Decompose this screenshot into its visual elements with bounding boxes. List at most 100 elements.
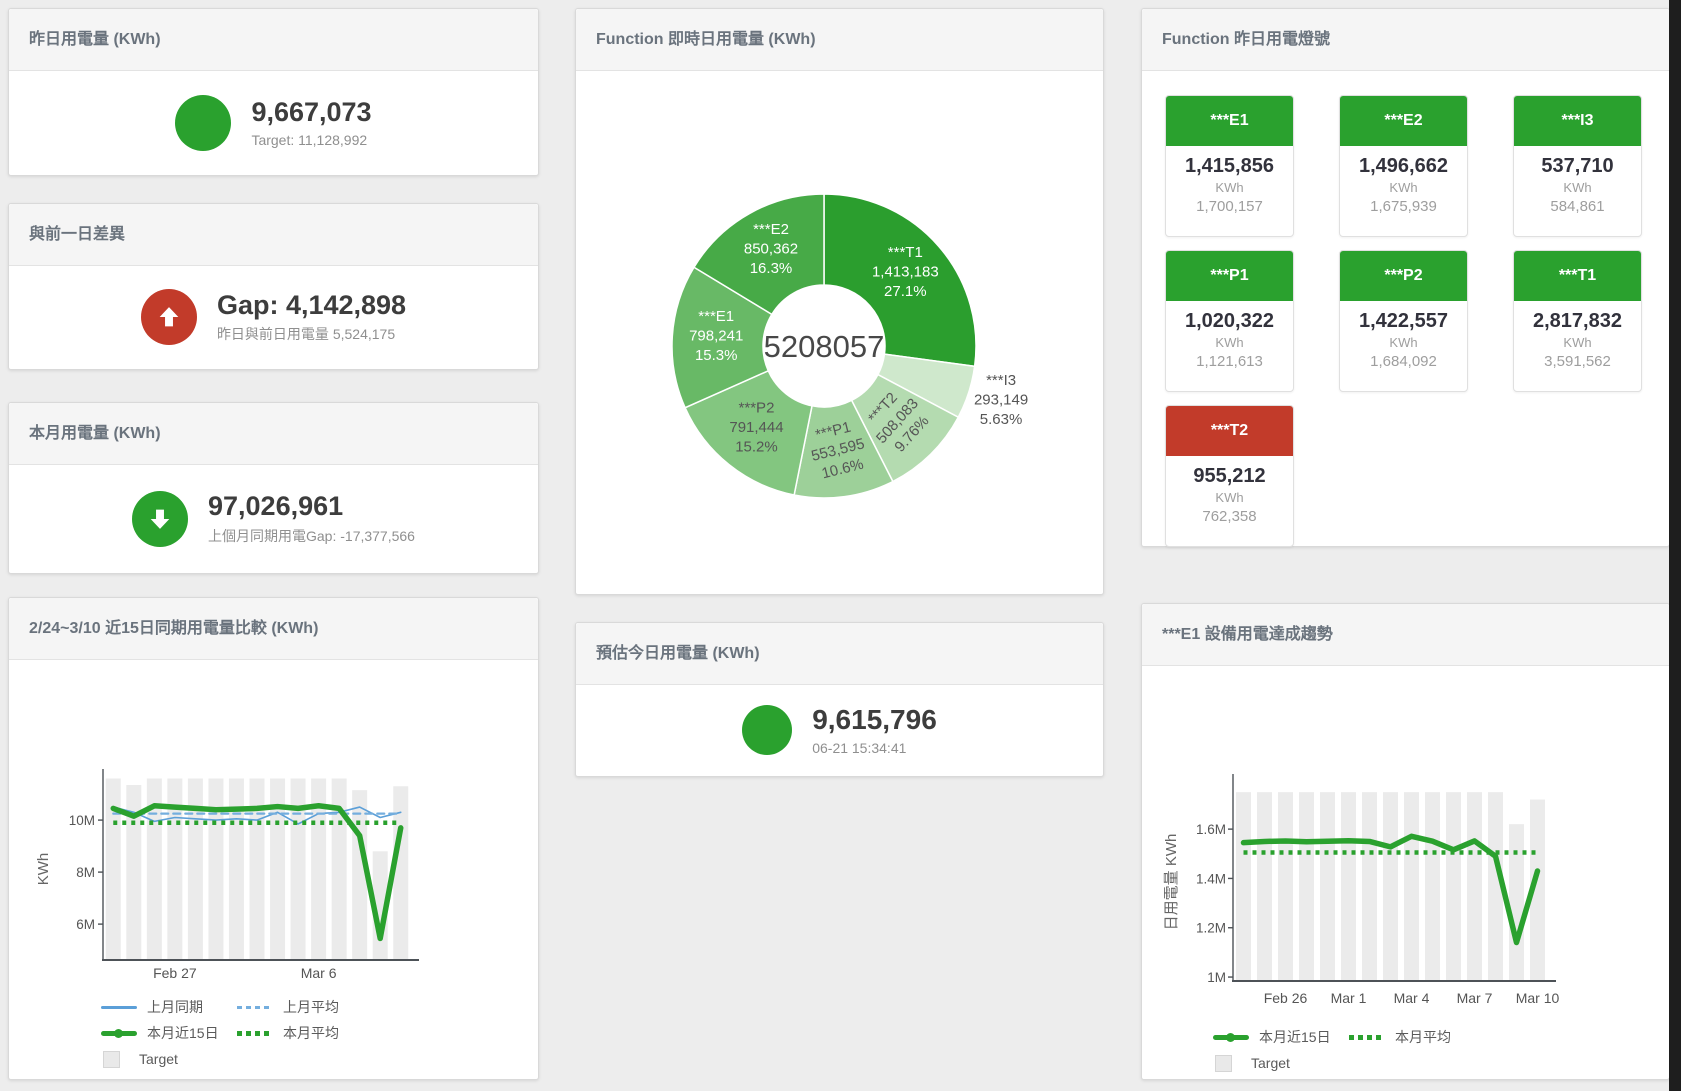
light-tile-T2: ***T2955,212KWh762,358 [1165, 405, 1294, 547]
stat-subtitle: 昨日與前日用電量 5,524,175 [217, 324, 406, 344]
stat-value: 9,615,796 [812, 704, 937, 736]
light-tile-target: 1,675,939 [1340, 198, 1467, 215]
x-tick-label: Mar 10 [1516, 990, 1560, 1006]
light-tile-value: 1,422,557 [1340, 310, 1467, 333]
legend-label: 上月平均 [283, 997, 339, 1017]
panel-header[interactable]: 預估今日用電量 (KWh) [576, 623, 1103, 685]
legend-item[interactable]: 本月近15日 [101, 1023, 237, 1043]
blue-line-swatch-icon [101, 1006, 137, 1009]
target-bar [1509, 824, 1524, 981]
light-tile-I3: ***I3537,710KWh584,861 [1513, 95, 1642, 237]
target-bar [1299, 792, 1314, 981]
legend-label: 本月近15日 [1259, 1027, 1331, 1047]
y-axis-label: 日用電量 KWh [1163, 834, 1180, 931]
light-tile-value: 537,710 [1514, 155, 1641, 178]
blue-dashed-swatch-icon [237, 1006, 271, 1009]
legend-item[interactable]: 本月近15日 [1213, 1027, 1349, 1047]
light-tile-P2: ***P21,422,557KWh1,684,092 [1339, 250, 1468, 392]
light-tile-value: 1,496,662 [1340, 155, 1467, 178]
target-bar [1425, 792, 1440, 981]
scrollbar-strip[interactable] [1669, 0, 1681, 1091]
panel-title: 與前一日差異 [9, 204, 538, 265]
y-tick-label: 1.6M [1196, 822, 1226, 837]
panel-header[interactable]: 與前一日差異 [9, 204, 538, 266]
panel-15day-comparison: 2/24~3/10 近15日同期用電量比較 (KWh) 6M 8M 10M Feb 2… [8, 597, 539, 1080]
compare-line-chart[interactable]: 6M 8M 10M Feb 27 Mar 6 KWh [9, 659, 538, 989]
panel-header[interactable]: 2/24~3/10 近15日同期用電量比較 (KWh) [9, 598, 538, 660]
legend-item[interactable]: 上月平均 [237, 997, 373, 1017]
panel-title: 預估今日用電量 (KWh) [576, 623, 1103, 684]
realtime-donut-chart[interactable]: ***T11,413,18327.1%***I3293,1495.63%***T… [576, 71, 1103, 594]
target-bar [1320, 792, 1335, 981]
green-dotted-swatch-icon [237, 1031, 271, 1036]
panel-title: ***E1 設備用電達成趨勢 [1142, 604, 1669, 665]
status-green-circle-icon [742, 705, 792, 755]
legend-label: 上月同期 [147, 997, 203, 1017]
target-bar [1383, 792, 1398, 981]
target-bar [1341, 792, 1356, 981]
legend-item[interactable]: 上月同期 [101, 997, 237, 1017]
legend-item[interactable]: 本月平均 [237, 1023, 373, 1043]
light-tile-value: 955,212 [1166, 465, 1293, 488]
y-tick-label: 6M [76, 917, 95, 932]
target-box-swatch-icon [103, 1051, 120, 1068]
target-bar [1467, 792, 1482, 981]
light-tile-unit: KWh [1514, 335, 1641, 350]
light-tile-unit: KWh [1340, 180, 1467, 195]
x-tick-label: Feb 27 [153, 965, 197, 981]
light-tile-value: 2,817,832 [1514, 310, 1641, 333]
legend-label: Target [1251, 1055, 1290, 1071]
up-arrow-icon [141, 289, 197, 345]
panel-header[interactable]: ***E1 設備用電達成趨勢 [1142, 604, 1669, 666]
panel-yesterday-lights: Function 昨日用電燈號 ***E11,415,856KWh1,700,1… [1141, 8, 1670, 547]
panel-header[interactable]: 昨日用電量 (KWh) [9, 9, 538, 71]
legend-label: 本月平均 [1395, 1027, 1451, 1047]
stat-subtitle: Target: 11,128,992 [251, 132, 371, 148]
panel-header[interactable]: Function 即時日用電量 (KWh) [576, 9, 1103, 71]
light-tile-E2: ***E21,496,662KWh1,675,939 [1339, 95, 1468, 237]
panel-e1-trend: ***E1 設備用電達成趨勢 1M1.2M1.4M1.6MFeb 26Mar 1… [1141, 603, 1670, 1080]
x-tick-label: Mar 6 [301, 965, 337, 981]
light-tile-target: 1,121,613 [1166, 353, 1293, 370]
stat-value: 97,026,961 [208, 491, 415, 522]
legend-label: Target [139, 1051, 178, 1067]
green-thick-swatch-icon [1213, 1035, 1249, 1040]
panel-header[interactable]: 本月用電量 (KWh) [9, 403, 538, 465]
light-tile-value: 1,415,856 [1166, 155, 1293, 178]
trend-line-chart[interactable]: 1M1.2M1.4M1.6MFeb 26Mar 1Mar 4Mar 7Mar 1… [1142, 666, 1669, 1018]
stat-value: Gap: 4,142,898 [217, 290, 406, 321]
target-bar [1362, 792, 1377, 981]
x-tick-label: Mar 4 [1394, 990, 1430, 1006]
donut-slice-label: ***I3293,1495.63% [974, 372, 1028, 428]
light-tile-unit: KWh [1340, 335, 1467, 350]
y-tick-label: 8M [76, 865, 95, 880]
panel-title: 本月用電量 (KWh) [9, 403, 538, 464]
green-thick-swatch-icon [101, 1031, 137, 1036]
green-dotted-swatch-icon [1349, 1035, 1383, 1040]
x-tick-label: Mar 7 [1457, 990, 1493, 1006]
panel-month-usage: 本月用電量 (KWh) 97,026,961 上個月同期用電Gap: -17,3… [8, 402, 539, 574]
panel-header[interactable]: Function 昨日用電燈號 [1142, 9, 1669, 71]
y-tick-label: 10M [69, 813, 95, 828]
light-tile-target: 584,861 [1514, 198, 1641, 215]
y-tick-label: 1.4M [1196, 871, 1226, 886]
light-tile-T1: ***T12,817,832KWh3,591,562 [1513, 250, 1642, 392]
compare-chart-legend: 上月同期 上月平均本月近15日 本月平均 Target [101, 994, 373, 1072]
target-bar [1236, 792, 1251, 981]
stat-body: 9,615,796 06-21 15:34:41 [576, 684, 1103, 776]
y-axis-label: KWh [35, 853, 52, 886]
light-tile-value: 1,020,322 [1166, 310, 1293, 333]
light-tile-status-header: ***E1 [1166, 96, 1293, 146]
light-tile-status-header: ***T1 [1514, 251, 1641, 301]
legend-item[interactable]: 本月平均 [1349, 1027, 1485, 1047]
legend-label: 本月近15日 [147, 1023, 219, 1043]
target-bar [208, 778, 223, 960]
target-bar [1404, 792, 1419, 981]
y-tick-label: 1M [1207, 970, 1226, 985]
light-tile-E1: ***E11,415,856KWh1,700,157 [1165, 95, 1294, 237]
legend-label: 本月平均 [283, 1023, 339, 1043]
legend-item[interactable]: Target [101, 1051, 237, 1068]
light-tile-status-header: ***T2 [1166, 406, 1293, 456]
legend-item[interactable]: Target [1213, 1055, 1349, 1072]
panel-title: 昨日用電量 (KWh) [9, 9, 538, 70]
